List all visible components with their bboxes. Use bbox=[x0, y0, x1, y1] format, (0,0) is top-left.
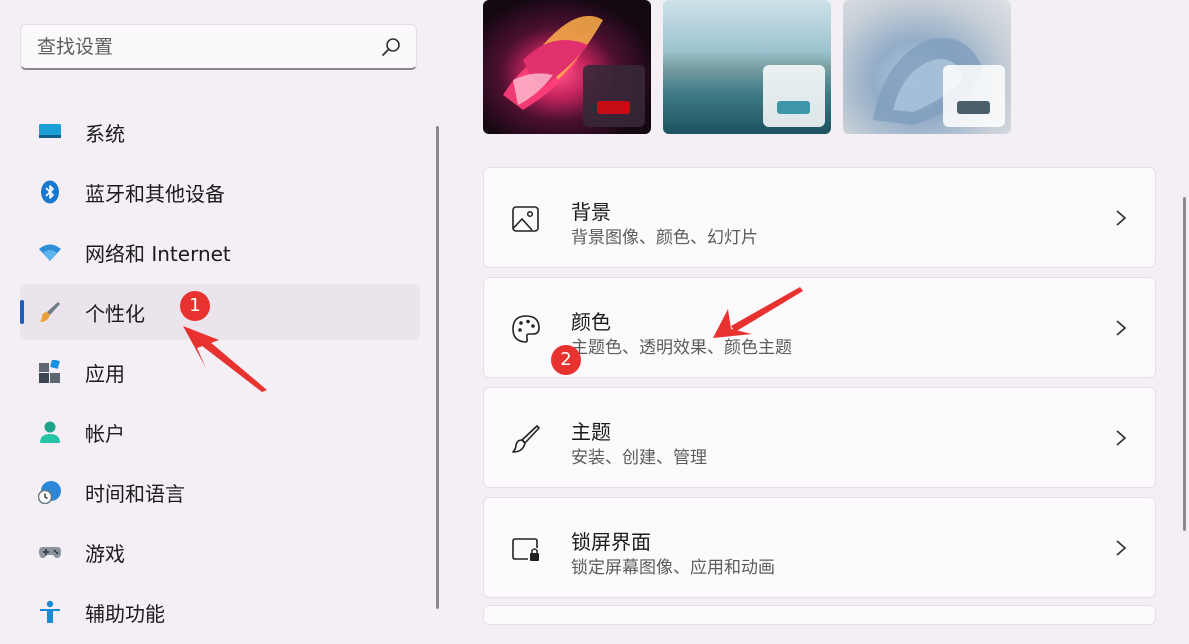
gamepad-icon bbox=[39, 547, 61, 558]
card-next-partial[interactable] bbox=[483, 605, 1156, 625]
bluetooth-icon bbox=[41, 180, 59, 204]
chevron-right-icon bbox=[1116, 540, 1127, 556]
card-title: 颜色 bbox=[571, 310, 611, 334]
lock-screen-icon bbox=[512, 538, 539, 561]
annotation-number-2: 2 bbox=[551, 345, 581, 375]
card-subtitle: 背景图像、颜色、幻灯片 bbox=[571, 228, 758, 248]
sidebar-item-label: 帐户 bbox=[85, 422, 125, 446]
card-title: 锁屏界面 bbox=[571, 530, 651, 554]
accent-bar bbox=[957, 101, 990, 114]
sidebar-item-label: 时间和语言 bbox=[85, 482, 185, 506]
sidebar-item-label: 蓝牙和其他设备 bbox=[85, 182, 225, 206]
card-colors[interactable]: 颜色 主题色、透明效果、颜色主题 bbox=[483, 277, 1156, 378]
accessibility-icon bbox=[40, 600, 60, 623]
chevron-right-icon bbox=[1116, 320, 1127, 336]
sidebar-item-accounts[interactable]: 帐户 bbox=[20, 404, 420, 460]
sidebar-item-time-language[interactable]: 时间和语言 bbox=[20, 464, 420, 520]
chevron-right-icon bbox=[1116, 210, 1127, 226]
globe-clock-icon bbox=[38, 481, 61, 504]
theme-badge bbox=[583, 65, 645, 127]
card-lock-screen[interactable]: 锁屏界面 锁定屏幕图像、应用和动画 bbox=[483, 497, 1156, 598]
sidebar-item-label: 个性化 bbox=[85, 302, 145, 326]
accent-bar bbox=[597, 101, 630, 114]
card-themes[interactable]: 主题 安装、创建、管理 bbox=[483, 387, 1156, 488]
brush-icon bbox=[512, 425, 540, 453]
apps-icon bbox=[39, 360, 60, 383]
palette-icon bbox=[512, 315, 540, 343]
chevron-right-icon bbox=[1116, 430, 1127, 446]
theme-badge bbox=[763, 65, 825, 127]
theme-thumbnail-glow[interactable] bbox=[843, 0, 1011, 134]
sidebar-item-label: 游戏 bbox=[85, 542, 125, 566]
card-title: 主题 bbox=[571, 420, 611, 444]
monitor-icon bbox=[39, 124, 61, 138]
search-input[interactable] bbox=[35, 25, 369, 69]
sidebar-scrollbar[interactable] bbox=[436, 126, 439, 609]
sidebar-item-personalization[interactable]: 个性化 bbox=[20, 284, 420, 340]
card-subtitle: 主题色、透明效果、颜色主题 bbox=[571, 338, 792, 358]
sidebar-item-accessibility[interactable]: 辅助功能 bbox=[20, 584, 420, 640]
content-scrollbar[interactable] bbox=[1183, 197, 1186, 531]
theme-thumbnail-lake[interactable] bbox=[663, 0, 831, 134]
sidebar-item-gaming[interactable]: 游戏 bbox=[20, 524, 420, 580]
paintbrush-icon bbox=[40, 302, 60, 322]
card-subtitle: 安装、创建、管理 bbox=[571, 448, 707, 468]
person-icon bbox=[40, 421, 60, 443]
theme-thumbnail-bloom[interactable] bbox=[483, 0, 651, 134]
sidebar-item-label: 系统 bbox=[85, 122, 125, 146]
sidebar-item-bluetooth[interactable]: 蓝牙和其他设备 bbox=[20, 164, 420, 220]
search-icon[interactable] bbox=[380, 36, 402, 58]
accent-bar bbox=[777, 101, 810, 114]
card-background[interactable]: 背景 背景图像、颜色、幻灯片 bbox=[483, 167, 1156, 268]
card-title: 背景 bbox=[571, 200, 611, 224]
sidebar-item-network[interactable]: 网络和 Internet bbox=[20, 224, 420, 280]
card-subtitle: 锁定屏幕图像、应用和动画 bbox=[571, 558, 775, 578]
sidebar-item-system[interactable]: 系统 bbox=[20, 104, 420, 160]
theme-badge bbox=[943, 65, 1005, 127]
search-box[interactable] bbox=[20, 24, 417, 70]
image-icon bbox=[512, 206, 539, 232]
sidebar-item-label: 网络和 Internet bbox=[85, 242, 231, 266]
sidebar-item-apps[interactable]: 应用 bbox=[20, 344, 420, 400]
sidebar-nav: 系统 蓝牙和其他设备 网络和 Internet 个性化 应用 帐户 时间和语言 … bbox=[20, 104, 420, 644]
sidebar-item-label: 应用 bbox=[85, 362, 125, 386]
annotation-number-1: 1 bbox=[180, 291, 210, 321]
sidebar-item-label: 辅助功能 bbox=[85, 602, 165, 626]
wifi-icon bbox=[39, 244, 61, 261]
